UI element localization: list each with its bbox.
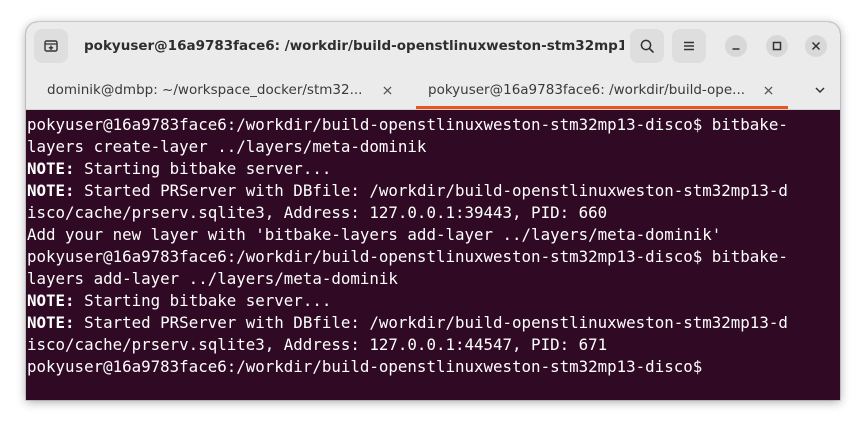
close-icon <box>811 41 821 51</box>
search-button[interactable] <box>630 29 664 63</box>
close-button[interactable] <box>805 35 827 57</box>
maximize-icon <box>772 41 782 51</box>
terminal-line: Add your new layer with 'bitbake-layers … <box>27 225 722 244</box>
window-title: pokyuser@16a9783face6: /workdir/build-op… <box>84 38 624 54</box>
search-icon <box>640 39 654 53</box>
terminal-line: layers create-layer ../layers/meta-domin… <box>27 137 427 156</box>
minimize-icon <box>732 48 740 50</box>
tab-close-icon <box>382 85 392 95</box>
tab-dominik[interactable]: dominik@dmbp: ~/workspace_docker/stm32..… <box>26 70 412 110</box>
terminal-line: NOTE: Starting bitbake server... <box>27 291 332 310</box>
tab-label: pokyuser@16a9783face6: /workdir/build-op… <box>428 82 746 98</box>
terminal-line: NOTE: Started PRServer with DBfile: /wor… <box>27 181 788 200</box>
tab-label: dominik@dmbp: ~/workspace_docker/stm32..… <box>47 82 363 98</box>
terminal-line: isco/cache/prserv.sqlite3, Address: 127.… <box>27 335 608 354</box>
terminal-line: pokyuser@16a9783face6:/workdir/build-ope… <box>27 247 788 266</box>
terminal-window: pokyuser@16a9783face6: /workdir/build-op… <box>26 22 840 400</box>
terminal-prompt-line: pokyuser@16a9783face6:/workdir/build-ope… <box>27 357 712 376</box>
terminal-line: NOTE: Starting bitbake server... <box>27 159 332 178</box>
tab-pokyuser[interactable]: pokyuser@16a9783face6: /workdir/build-op… <box>416 70 788 110</box>
hamburger-menu-icon <box>684 41 694 51</box>
terminal-output[interactable]: pokyuser@16a9783face6:/workdir/build-ope… <box>26 110 840 400</box>
menu-button[interactable] <box>672 29 706 63</box>
terminal-line: pokyuser@16a9783face6:/workdir/build-ope… <box>27 115 788 134</box>
maximize-button[interactable] <box>766 35 788 57</box>
tab-close-button[interactable] <box>760 82 776 98</box>
tab-list-button[interactable] <box>810 80 830 100</box>
new-tab-icon <box>44 40 58 52</box>
new-tab-button[interactable] <box>34 29 68 63</box>
tab-bar: dominik@dmbp: ~/workspace_docker/stm32..… <box>26 70 840 110</box>
terminal-line: layers add-layer ../layers/meta-dominik <box>27 269 398 288</box>
tab-close-icon <box>763 85 773 95</box>
chevron-down-icon <box>815 87 825 94</box>
terminal-line: isco/cache/prserv.sqlite3, Address: 127.… <box>27 203 608 222</box>
tab-close-button[interactable] <box>379 82 395 98</box>
minimize-button[interactable] <box>725 35 747 57</box>
active-tab-indicator <box>416 106 788 109</box>
terminal-line: NOTE: Started PRServer with DBfile: /wor… <box>27 313 788 332</box>
header-bar: pokyuser@16a9783face6: /workdir/build-op… <box>26 22 840 70</box>
